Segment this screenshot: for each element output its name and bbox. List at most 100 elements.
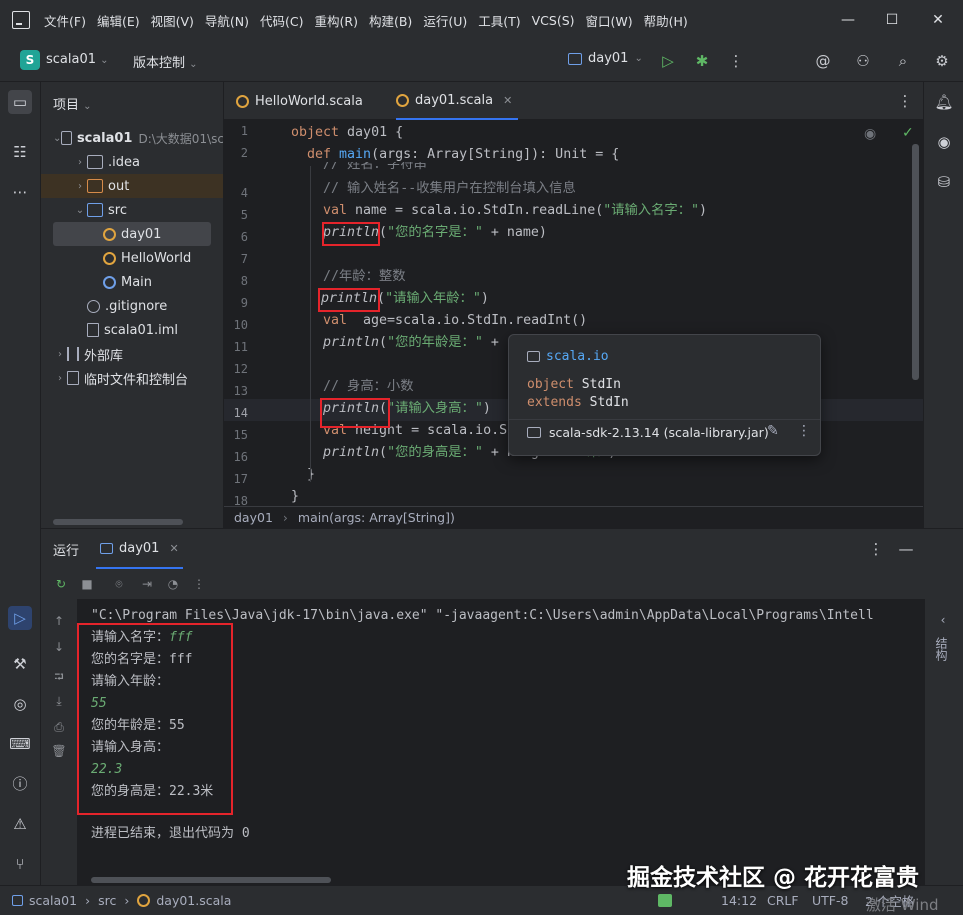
- status-crumb[interactable]: day01.scala: [156, 893, 231, 908]
- debug-icon[interactable]: ✱: [693, 52, 711, 70]
- gauge-icon[interactable]: ◔: [165, 576, 181, 592]
- reader-mode-eye-icon[interactable]: ◉: [864, 126, 876, 142]
- structure-side-tab[interactable]: ‹ 结构: [933, 613, 953, 661]
- breadcrumb-item[interactable]: day01: [234, 510, 273, 525]
- arrow-down-icon[interactable]: ↓: [51, 639, 67, 655]
- gear-icon[interactable]: ⚙: [933, 52, 951, 70]
- tab-day01[interactable]: day01.scala ✕: [396, 82, 519, 120]
- code-line-10[interactable]: val age=scala.io.StdIn.readInt(): [323, 310, 587, 332]
- print-icon[interactable]: ⎙: [51, 719, 67, 735]
- code-line-4[interactable]: // 输入姓名--收集用户在控制台填入信息: [323, 178, 576, 200]
- run-tab-day01[interactable]: day01 ✕: [96, 529, 183, 569]
- tree-item-helloworld[interactable]: HelloWorld: [41, 246, 223, 270]
- add-user-icon[interactable]: ⚇: [854, 52, 872, 70]
- menu-view[interactable]: 视图(V): [151, 11, 194, 30]
- ai-assistant-icon[interactable]: @: [814, 52, 832, 70]
- status-crumb[interactable]: scala01: [29, 893, 77, 908]
- exit-icon[interactable]: ⇥: [139, 576, 155, 592]
- menu-build[interactable]: 构建(B): [369, 11, 412, 30]
- menu-navigate[interactable]: 导航(N): [205, 11, 249, 30]
- project-badge[interactable]: S: [20, 50, 40, 70]
- editor-scrollbar[interactable]: [912, 144, 919, 380]
- code-line-11[interactable]: println("您的年龄是：" +: [323, 332, 507, 354]
- tree-item-out[interactable]: › out: [41, 174, 223, 198]
- caret-position[interactable]: 14:12: [721, 893, 757, 908]
- more-vertical-icon[interactable]: ⋮: [191, 576, 207, 592]
- build-hammer-icon[interactable]: ⚒: [8, 652, 32, 676]
- code-line-8[interactable]: //年龄：整数: [323, 266, 406, 288]
- more-horizontal-icon[interactable]: ⋯: [8, 180, 32, 204]
- code-line-18[interactable]: }: [291, 486, 299, 504]
- services-icon[interactable]: ◎: [8, 692, 32, 716]
- edit-pencil-icon[interactable]: ✎: [767, 423, 779, 439]
- database-icon[interactable]: ⛁: [932, 170, 956, 194]
- menu-help[interactable]: 帮助(H): [644, 11, 688, 30]
- code-line-17[interactable]: }: [307, 464, 315, 486]
- menu-code[interactable]: 代码(C): [260, 11, 303, 30]
- arrow-up-icon[interactable]: ↑: [51, 613, 67, 629]
- tab-helloworld[interactable]: HelloWorld.scala: [236, 82, 363, 120]
- close-icon[interactable]: ✕: [928, 10, 948, 30]
- more-vertical-icon[interactable]: ⋮: [727, 52, 745, 70]
- ai-chat-icon[interactable]: ◉: [932, 130, 956, 154]
- rerun-icon[interactable]: ↻: [53, 576, 69, 592]
- warning-icon[interactable]: ⚠: [8, 812, 32, 836]
- close-icon[interactable]: ✕: [169, 542, 178, 555]
- search-icon[interactable]: ⌕: [894, 52, 912, 70]
- hide-panel-icon[interactable]: —: [897, 540, 915, 558]
- menu-window[interactable]: 窗口(W): [586, 11, 633, 30]
- inspection-ok-icon[interactable]: ✓: [902, 125, 914, 141]
- more-vertical-icon[interactable]: ⋮: [867, 540, 885, 558]
- close-icon[interactable]: ✕: [503, 94, 512, 107]
- more-vertical-icon[interactable]: ⋮: [896, 92, 914, 110]
- vcs-selector[interactable]: 版本控制 ⌄: [133, 52, 198, 71]
- tree-item-external-libs[interactable]: › 外部库: [41, 342, 223, 366]
- structure-icon[interactable]: ☷: [8, 140, 32, 164]
- soft-wrap-icon[interactable]: ⮒: [51, 669, 67, 685]
- code-line-3[interactable]: // 姓名：字符串: [323, 162, 427, 174]
- tree-item-src[interactable]: ⌄ src: [41, 198, 223, 222]
- code-line-13[interactable]: // 身高：小数: [323, 376, 414, 398]
- tree-root[interactable]: ⌄ scala01 D:\大数据01\sc: [41, 126, 223, 150]
- camera-icon[interactable]: ⌾: [111, 576, 127, 592]
- menu-edit[interactable]: 编辑(E): [97, 11, 140, 30]
- maximize-icon[interactable]: ☐: [882, 10, 902, 30]
- menu-vcs[interactable]: VCS(S): [532, 13, 575, 28]
- tree-item-iml[interactable]: scala01.iml: [41, 318, 223, 342]
- problems-icon[interactable]: ⓘ: [8, 772, 32, 796]
- git-branch-icon[interactable]: ⑂: [8, 852, 32, 876]
- popup-package-link[interactable]: scala.io: [546, 349, 609, 364]
- status-crumb[interactable]: src: [98, 893, 116, 908]
- tree-item-gitignore[interactable]: .gitignore: [41, 294, 223, 318]
- notifications-bell-icon[interactable]: 🔔︎: [932, 90, 956, 114]
- run-icon[interactable]: ▷: [659, 52, 677, 70]
- menu-file[interactable]: 文件(F): [44, 11, 86, 30]
- trash-icon[interactable]: 🗑︎: [51, 743, 67, 759]
- menu-tools[interactable]: 工具(T): [478, 11, 520, 30]
- stop-icon[interactable]: ■: [79, 576, 95, 592]
- minimize-icon[interactable]: —: [838, 10, 858, 30]
- tree-item-day01[interactable]: day01: [41, 222, 223, 246]
- menu-run[interactable]: 运行(U): [423, 11, 467, 30]
- project-scrollbar[interactable]: [53, 519, 183, 525]
- more-vertical-icon[interactable]: ⋮: [797, 423, 811, 439]
- run-config-selector[interactable]: day01 ⌄: [568, 51, 643, 66]
- menu-refactor[interactable]: 重构(R): [315, 11, 358, 30]
- terminal-status-icon[interactable]: [658, 894, 672, 907]
- project-selector[interactable]: scala01 ⌄: [46, 52, 109, 67]
- code-line-5[interactable]: val name = scala.io.StdIn.readLine("请输入名…: [323, 200, 707, 222]
- scroll-to-end-icon[interactable]: ⤓: [51, 693, 67, 709]
- tree-item-main[interactable]: Main: [41, 270, 223, 294]
- line-separator[interactable]: CRLF: [767, 893, 799, 908]
- breadcrumb-item[interactable]: main(args: Array[String]): [298, 510, 455, 525]
- console-output[interactable]: "C:\Program Files\Java\jdk-17\bin\java.e…: [77, 599, 925, 886]
- tree-item-scratches[interactable]: › 临时文件和控制台: [41, 366, 223, 390]
- run-tool-icon[interactable]: ▷: [8, 606, 32, 630]
- terminal-icon[interactable]: ⌨: [8, 732, 32, 756]
- project-panel-title[interactable]: 项目 ⌄: [53, 94, 92, 113]
- console-scrollbar[interactable]: [91, 877, 331, 883]
- file-encoding[interactable]: UTF-8: [812, 893, 848, 908]
- code-line-1[interactable]: object day01 {: [291, 122, 403, 144]
- tree-item-idea[interactable]: › .idea: [41, 150, 223, 174]
- project-folder-icon[interactable]: ▭: [8, 90, 32, 114]
